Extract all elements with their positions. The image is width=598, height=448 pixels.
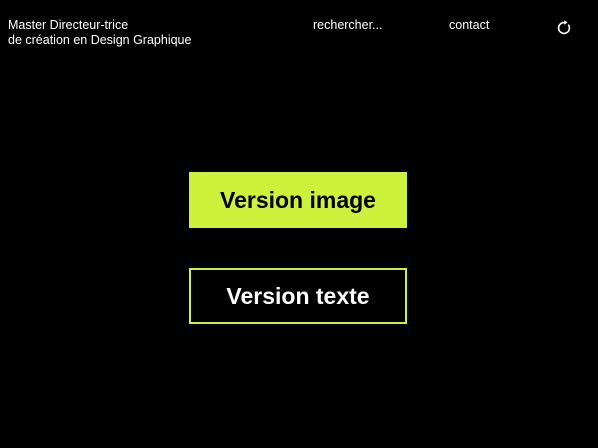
contact-link[interactable]: contact xyxy=(449,18,489,33)
site-title-line-2: de création en Design Graphique xyxy=(8,33,192,47)
refresh-icon xyxy=(557,20,571,35)
version-text-button[interactable]: Version texte xyxy=(189,268,407,324)
site-title-line-1: Master Directeur-trice xyxy=(8,18,129,32)
site-title-link[interactable]: Master Directeur-trice de création en De… xyxy=(8,18,191,48)
search-trigger[interactable]: rechercher... xyxy=(313,18,382,33)
refresh-button[interactable] xyxy=(555,19,573,37)
version-image-button[interactable]: Version image xyxy=(189,172,407,228)
